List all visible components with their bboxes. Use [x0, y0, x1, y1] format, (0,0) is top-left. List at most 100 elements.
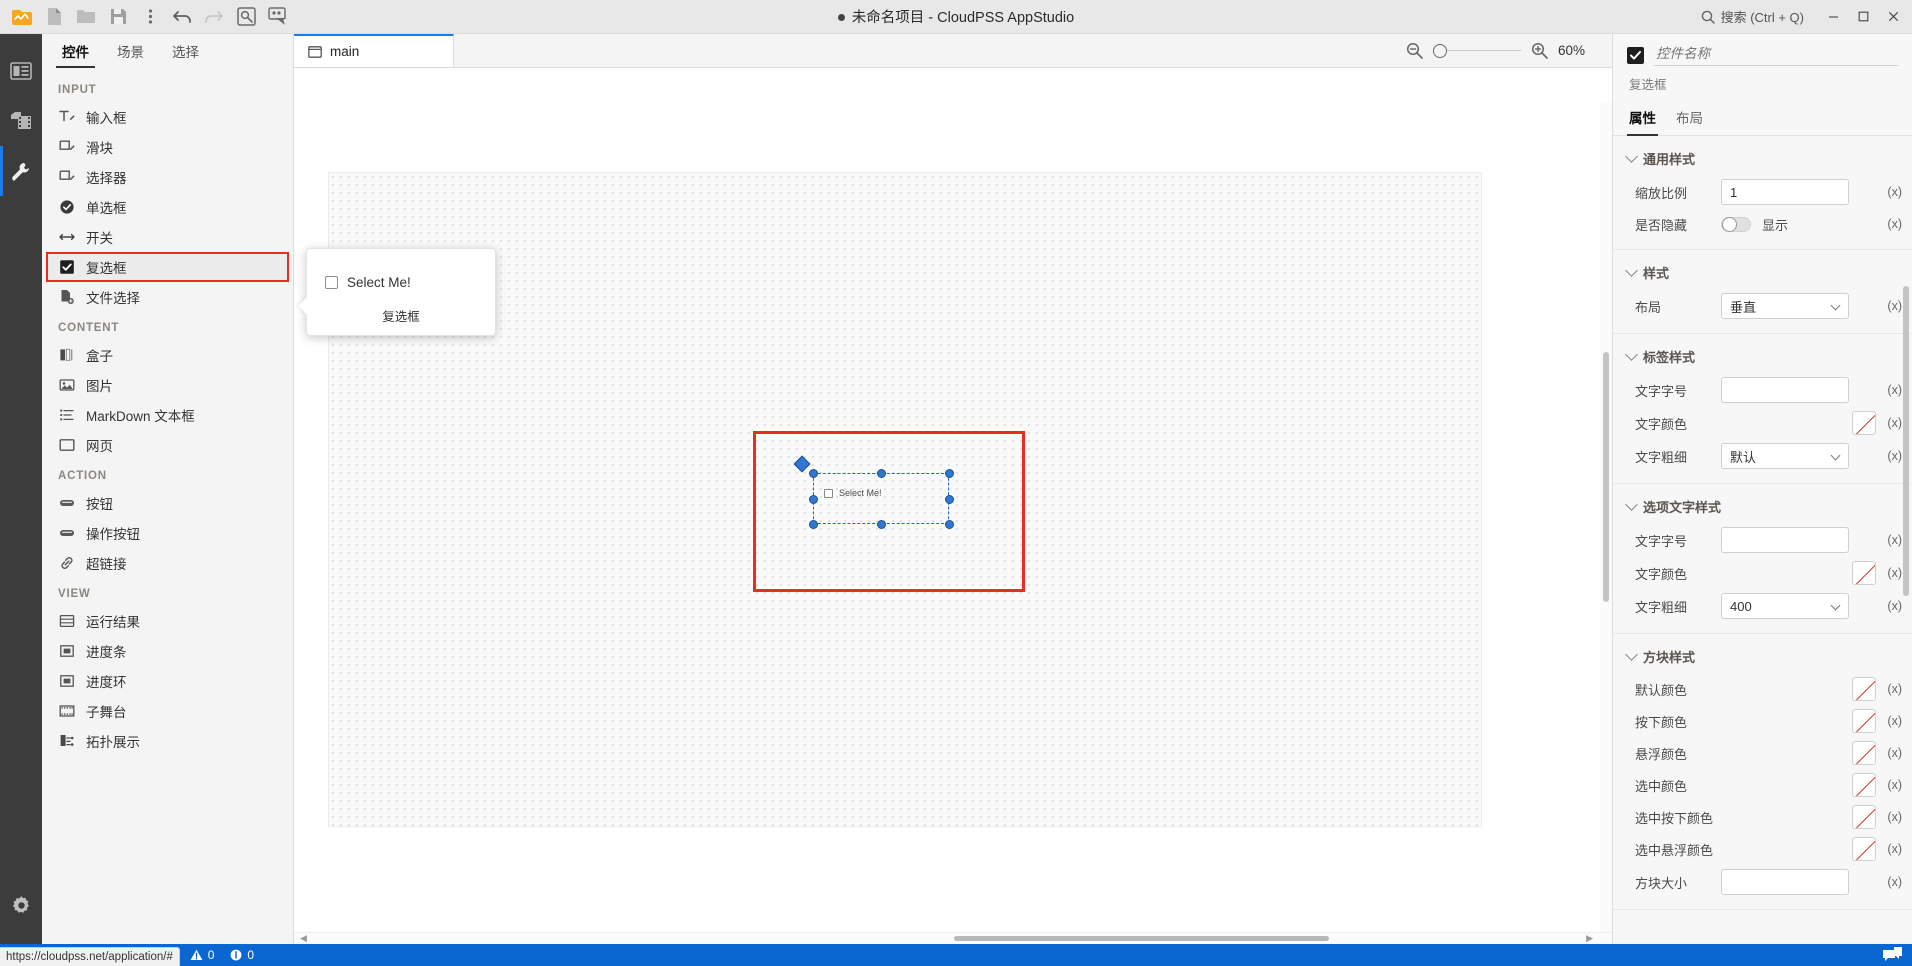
- widget-item-radio[interactable]: 单选框: [42, 192, 293, 222]
- resize-handle-sw[interactable]: [809, 520, 818, 529]
- property-expression-button[interactable]: (x): [1876, 842, 1902, 856]
- property-toggle[interactable]: [1721, 216, 1751, 232]
- widget-item-markdown[interactable]: MarkDown 文本框: [42, 400, 293, 430]
- property-expression-button[interactable]: (x): [1876, 533, 1902, 547]
- document-tab-main[interactable]: main: [294, 34, 454, 67]
- widget-item-result-table[interactable]: 运行结果: [42, 606, 293, 636]
- widget-item-sub-stage[interactable]: 子舞台: [42, 696, 293, 726]
- stage-surface[interactable]: Select Me!: [328, 172, 1482, 827]
- property-color-swatch[interactable]: [1852, 411, 1876, 435]
- canvas-vertical-scroll-thumb[interactable]: [1603, 352, 1609, 602]
- new-file-icon[interactable]: [38, 2, 70, 32]
- selected-widget-checkbox[interactable]: Select Me!: [809, 469, 954, 529]
- properties-vertical-scrollbar[interactable]: [1901, 136, 1911, 944]
- property-expression-button[interactable]: (x): [1876, 599, 1902, 613]
- checkbox-icon[interactable]: [824, 488, 833, 498]
- preview-icon[interactable]: [230, 2, 262, 32]
- feedback-icon[interactable]: [1883, 947, 1902, 963]
- search-button[interactable]: 搜索 (Ctrl + Q): [1701, 7, 1804, 26]
- widget-item-file-picker[interactable]: 文件选择: [42, 282, 293, 312]
- resize-handle-s[interactable]: [877, 520, 886, 529]
- property-select[interactable]: 400: [1721, 593, 1849, 619]
- property-text-input[interactable]: [1721, 869, 1849, 895]
- property-select[interactable]: 默认: [1721, 443, 1849, 469]
- property-expression-button[interactable]: (x): [1876, 299, 1902, 313]
- widget-name-input[interactable]: [1654, 44, 1898, 66]
- property-color-swatch[interactable]: [1852, 837, 1876, 861]
- status-infos[interactable]: 0: [230, 948, 254, 962]
- property-select[interactable]: 垂直: [1721, 293, 1849, 319]
- scroll-left-arrow-icon[interactable]: ◀: [297, 933, 310, 944]
- property-expression-button[interactable]: (x): [1876, 778, 1902, 792]
- widget-item-progress-bar[interactable]: 进度条: [42, 636, 293, 666]
- widget-item-link[interactable]: 超链接: [42, 548, 293, 578]
- widget-item-selector[interactable]: 选择器: [42, 162, 293, 192]
- property-expression-button[interactable]: (x): [1876, 682, 1902, 696]
- property-expression-button[interactable]: (x): [1876, 383, 1902, 397]
- property-color-swatch[interactable]: [1852, 741, 1876, 765]
- property-text-input[interactable]: [1721, 527, 1849, 553]
- widget-list[interactable]: INPUT 输入框 滑块 选择器 单选框 开关 复选框 文件选择 CONTENT 盒子 图片 Mark…: [42, 68, 293, 944]
- property-color-swatch[interactable]: [1852, 805, 1876, 829]
- property-expression-button[interactable]: (x): [1876, 185, 1902, 199]
- close-button[interactable]: [1878, 2, 1908, 32]
- canvas-vertical-scrollbar[interactable]: [1600, 102, 1612, 932]
- property-section-header[interactable]: 通用样式: [1613, 142, 1912, 175]
- canvas-horizontal-scroll-thumb[interactable]: [954, 936, 1329, 941]
- properties-tab-0[interactable]: 属性: [1627, 107, 1658, 136]
- sidebar-rail-resources[interactable]: [0, 96, 42, 146]
- more-vertical-icon[interactable]: [134, 2, 166, 32]
- sidebar-rail-settings[interactable]: [0, 880, 42, 930]
- property-expression-button[interactable]: (x): [1876, 810, 1902, 824]
- property-expression-button[interactable]: (x): [1876, 875, 1902, 889]
- scroll-right-arrow-icon[interactable]: ▶: [1583, 933, 1596, 944]
- resize-handle-se[interactable]: [945, 520, 954, 529]
- publish-icon[interactable]: [262, 2, 294, 32]
- app-logo-icon[interactable]: [6, 2, 38, 32]
- property-color-swatch[interactable]: [1852, 677, 1876, 701]
- widget-item-switch[interactable]: 开关: [42, 222, 293, 252]
- minimize-button[interactable]: [1818, 2, 1848, 32]
- property-color-swatch[interactable]: [1852, 561, 1876, 585]
- canvas-horizontal-scrollbar[interactable]: ◀ ▶: [294, 932, 1612, 944]
- open-folder-icon[interactable]: [70, 2, 102, 32]
- zoom-slider-knob[interactable]: [1433, 43, 1447, 58]
- property-color-swatch[interactable]: [1852, 773, 1876, 797]
- properties-scroll-thumb[interactable]: [1903, 286, 1909, 596]
- properties-tab-1[interactable]: 布局: [1676, 107, 1703, 135]
- resize-handle-nw[interactable]: [809, 469, 818, 478]
- property-section-header[interactable]: 方块样式: [1613, 640, 1912, 673]
- sidebar-rail-tools[interactable]: [0, 146, 42, 196]
- resize-handle-e[interactable]: [945, 495, 954, 504]
- canvas[interactable]: Select Me! Select Me! 复选框 ◀ ▶: [294, 68, 1612, 944]
- widget-item-progress-ring[interactable]: 进度环: [42, 666, 293, 696]
- resize-handle-w[interactable]: [809, 495, 818, 504]
- property-expression-button[interactable]: (x): [1876, 714, 1902, 728]
- widget-item-text-input[interactable]: 输入框: [42, 102, 293, 132]
- widget-item-box[interactable]: 盒子: [42, 340, 293, 370]
- property-section-header[interactable]: 选项文字样式: [1613, 490, 1912, 523]
- widget-item-slider[interactable]: 滑块: [42, 132, 293, 162]
- widget-item-button[interactable]: 按钮: [42, 488, 293, 518]
- widget-item-checkbox[interactable]: 复选框: [46, 252, 289, 282]
- property-section-header[interactable]: 标签样式: [1613, 340, 1912, 373]
- save-icon[interactable]: [102, 2, 134, 32]
- resize-handle-n[interactable]: [877, 469, 886, 478]
- property-section-header[interactable]: 样式: [1613, 256, 1912, 289]
- property-expression-button[interactable]: (x): [1876, 217, 1902, 231]
- property-text-input[interactable]: [1721, 179, 1849, 205]
- widget-item-image[interactable]: 图片: [42, 370, 293, 400]
- property-expression-button[interactable]: (x): [1876, 416, 1902, 430]
- widget-item-action-button[interactable]: 操作按钮: [42, 518, 293, 548]
- zoom-out-icon[interactable]: [1406, 42, 1423, 59]
- zoom-in-icon[interactable]: [1531, 42, 1548, 59]
- property-text-input[interactable]: [1721, 377, 1849, 403]
- maximize-button[interactable]: [1848, 2, 1878, 32]
- zoom-slider[interactable]: [1433, 43, 1521, 58]
- widget-panel-tab-0[interactable]: 控件: [48, 34, 103, 68]
- property-expression-button[interactable]: (x): [1876, 746, 1902, 760]
- undo-icon[interactable]: [166, 2, 198, 32]
- widget-panel-tab-1[interactable]: 场景: [103, 34, 158, 68]
- widget-item-webpage[interactable]: 网页: [42, 430, 293, 460]
- sidebar-rail-layout[interactable]: [0, 46, 42, 96]
